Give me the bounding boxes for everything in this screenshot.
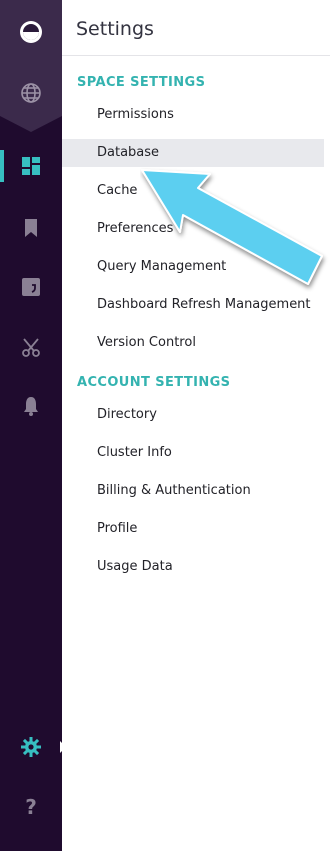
section-heading-account-settings: ACCOUNT SETTINGS — [77, 375, 231, 390]
menu-item-billing-authentication[interactable]: Billing & Authentication — [62, 477, 324, 505]
nav-rail: ? — [0, 0, 66, 851]
page-title: Settings — [76, 18, 154, 40]
menu-item-version-control[interactable]: Version Control — [62, 329, 324, 357]
scissors-icon[interactable] — [19, 335, 43, 359]
svg-text:?: ? — [25, 795, 37, 819]
bell-icon[interactable] — [19, 394, 43, 418]
annotation-arrow — [141, 169, 323, 285]
quote-icon[interactable] — [19, 275, 43, 299]
help-icon[interactable]: ? — [19, 795, 43, 819]
globe-icon[interactable] — [19, 81, 43, 105]
dashboard-grid-icon[interactable] — [19, 154, 43, 178]
menu-item-usage-data[interactable]: Usage Data — [62, 553, 324, 581]
section-heading-space-settings: SPACE SETTINGS — [77, 75, 206, 90]
menu-item-dashboard-refresh-management[interactable]: Dashboard Refresh Management — [62, 291, 324, 319]
settings-panel: Settings SPACE SETTINGS Permissions Data… — [62, 0, 330, 851]
menu-item-cluster-info[interactable]: Cluster Info — [62, 439, 324, 467]
menu-item-profile[interactable]: Profile — [62, 515, 324, 543]
active-indicator — [0, 150, 4, 182]
divider — [62, 55, 330, 56]
menu-item-permissions[interactable]: Permissions — [62, 101, 324, 129]
logo-icon[interactable] — [19, 20, 43, 44]
menu-item-directory[interactable]: Directory — [62, 401, 324, 429]
bookmark-icon[interactable] — [19, 216, 43, 240]
gear-icon[interactable] — [19, 735, 43, 759]
